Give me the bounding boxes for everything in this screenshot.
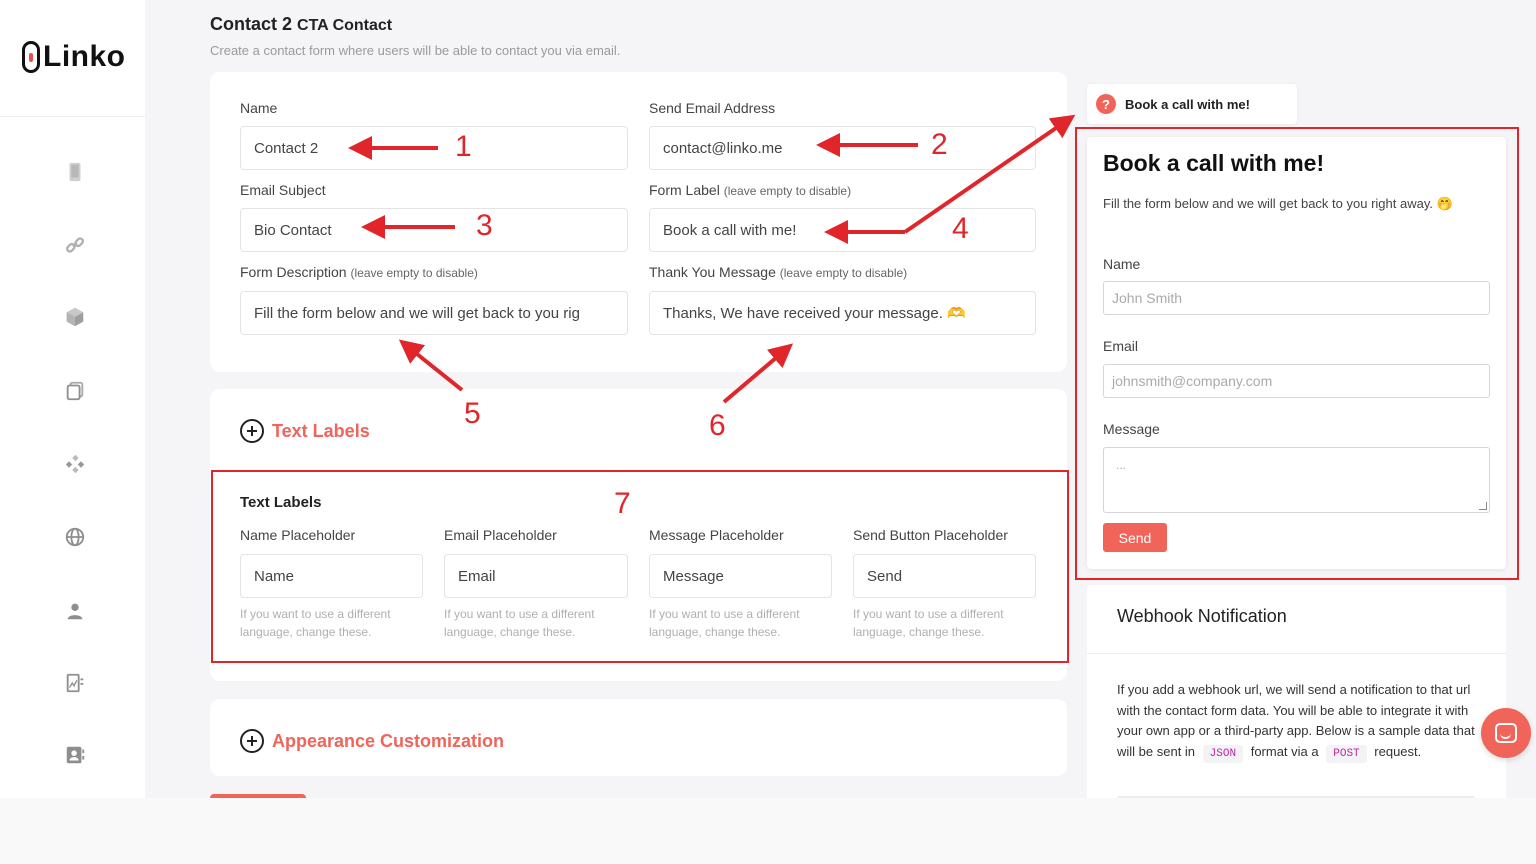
page-subtitle: Create a contact form where users will b…: [210, 43, 621, 58]
appearance-toggle[interactable]: Appearance Customization: [240, 729, 504, 753]
form-description-input[interactable]: Fill the form below and we will get back…: [240, 291, 628, 335]
annotation-number-3: 3: [476, 209, 493, 242]
nav-item-pages[interactable]: [58, 374, 92, 408]
page-title-name: Contact 2: [210, 14, 293, 34]
preview-tab-label: Book a call with me!: [1125, 96, 1250, 112]
send-email-label: Send Email Address: [649, 100, 776, 116]
sidebar-divider: [0, 116, 145, 117]
plus-circle-icon: [240, 419, 264, 443]
cube-icon: [66, 307, 84, 327]
nav-item-account[interactable]: [58, 594, 92, 628]
text-labels-toggle[interactable]: Text Labels: [240, 419, 370, 443]
nav-item-links[interactable]: [58, 228, 92, 262]
webhook-text-after: request.: [1374, 743, 1422, 759]
thank-you-input[interactable]: Thanks, We have received your message. 🫶: [649, 291, 1036, 335]
annotation-box-text-labels: [211, 470, 1069, 663]
webhook-title: Webhook Notification: [1117, 606, 1287, 626]
chat-launcher-button[interactable]: [1481, 708, 1531, 758]
annotation-number-7: 7: [614, 487, 631, 520]
nav-item-blocks[interactable]: [58, 300, 92, 334]
form-description-label: Form Description (leave empty to disable…: [240, 264, 478, 280]
logo-text: Linko: [43, 40, 126, 73]
webhook-description: If you add a webhook url, we will send a…: [1117, 680, 1482, 763]
bottom-strip: [0, 798, 1536, 864]
post-code-chip: POST: [1326, 744, 1367, 763]
thank-you-label-text: Thank You Message: [649, 264, 776, 280]
webhook-divider: [1087, 653, 1506, 654]
thank-you-hint: (leave empty to disable): [779, 266, 908, 280]
page-title-suffix: CTA Contact: [297, 17, 393, 34]
email-subject-label: Email Subject: [240, 182, 326, 198]
form-description-hint: (leave empty to disable): [350, 266, 478, 280]
webhook-text-middle: format via a: [1250, 743, 1319, 759]
annotation-number-5: 5: [464, 397, 481, 430]
logo[interactable]: Linko: [22, 40, 126, 74]
logo-mark-icon: [22, 41, 40, 73]
name-label: Name: [240, 100, 278, 116]
form-label-label: Form Label (leave empty to disable): [649, 182, 851, 198]
plus-circle-icon: [240, 729, 264, 753]
annotation-number-4: 4: [952, 212, 969, 245]
appearance-toggle-label: Appearance Customization: [272, 730, 505, 751]
nav-item-phone[interactable]: [58, 155, 92, 189]
annotation-number-6: 6: [709, 409, 726, 442]
preview-tab[interactable]: ? Book a call with me!: [1087, 84, 1297, 124]
form-description-label-text: Form Description: [240, 264, 347, 280]
nav-item-contacts[interactable]: [58, 738, 92, 772]
annotation-box-preview: [1075, 127, 1519, 580]
form-label-hint: (leave empty to disable): [723, 184, 852, 198]
name-input[interactable]: Contact 2: [240, 126, 628, 170]
user-icon: [67, 603, 83, 620]
link-icon: [66, 237, 84, 253]
thank-you-label: Thank You Message (leave empty to disabl…: [649, 264, 907, 280]
email-subject-input[interactable]: Bio Contact: [240, 208, 628, 252]
form-label-label-text: Form Label: [649, 182, 720, 198]
annotation-number-2: 2: [931, 128, 948, 161]
question-icon: ?: [1096, 94, 1116, 114]
form-label-input[interactable]: Book a call with me!: [649, 208, 1036, 252]
annotation-number-1: 1: [455, 130, 472, 163]
chat-icon: [1495, 723, 1517, 743]
nav-item-components[interactable]: [58, 447, 92, 481]
json-code-chip: JSON: [1202, 744, 1244, 763]
analytics-icon: [66, 673, 84, 693]
globe-icon: [65, 527, 85, 547]
text-labels-toggle-label: Text Labels: [272, 420, 370, 441]
sidebar: Linko: [0, 0, 145, 798]
contacts-icon: [66, 746, 85, 764]
page-title: Contact 2 CTA Contact: [210, 14, 392, 35]
phone-icon: [69, 162, 81, 182]
send-email-input[interactable]: contact@linko.me: [649, 126, 1036, 170]
nav-item-domains[interactable]: [58, 520, 92, 554]
nav-item-analytics[interactable]: [58, 666, 92, 700]
components-icon: [65, 454, 85, 474]
copy-icon: [66, 381, 84, 401]
